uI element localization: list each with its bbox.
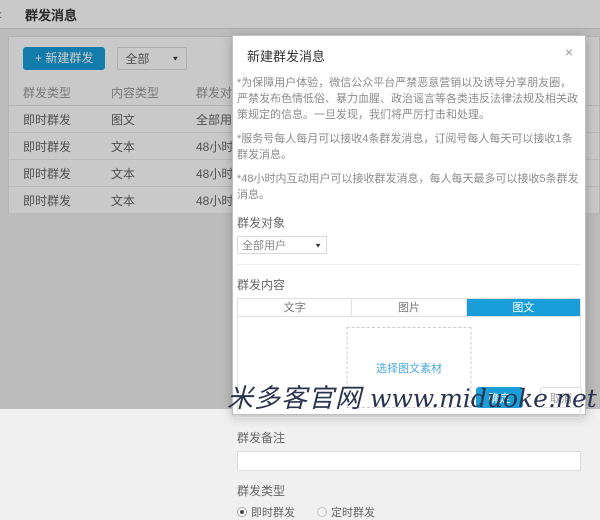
select-material-label: 选择图文素材 <box>376 360 442 376</box>
confirm-button[interactable]: 确定 <box>476 387 523 408</box>
cancel-button[interactable]: 取消 <box>540 387 582 408</box>
broadcast-type-radios: 即时群发 定时群发 <box>237 504 581 520</box>
remark-label: 群发备注 <box>237 429 581 446</box>
notice-text: *服务号每人每月可以接收4条群发消息，订阅号每人每天可以接收1条群发消息。 <box>237 131 581 163</box>
remark-input[interactable] <box>237 451 581 471</box>
tab-image-text[interactable]: 图文 <box>467 299 580 316</box>
type-label: 群发类型 <box>237 482 581 499</box>
new-broadcast-modal: 新建群发消息 × *为保障用户体验，微信公众平台严禁恶意营销以及诱导分享朋友圈，… <box>232 35 586 415</box>
target-dropdown-value: 全部用户 <box>242 237 286 253</box>
radio-unchecked-icon <box>317 507 327 517</box>
target-dropdown[interactable]: 全部用户 ▼ <box>237 236 327 254</box>
target-label: 群发对象 <box>237 214 581 231</box>
tab-text[interactable]: 文字 <box>238 299 352 316</box>
modal-footer: 确定 取消 <box>233 384 585 410</box>
radio-instant[interactable]: 即时群发 <box>237 504 295 520</box>
modal-title: 新建群发消息 <box>247 49 325 64</box>
tab-image[interactable]: 图片 <box>352 299 466 316</box>
radio-instant-label: 即时群发 <box>251 504 295 520</box>
modal-header: 新建群发消息 × <box>233 36 585 73</box>
close-icon[interactable]: × <box>561 44 577 60</box>
modal-body: *为保障用户体验，微信公众平台严禁恶意营销以及诱导分享朋友圈，严禁发布色情低俗、… <box>233 73 585 520</box>
chevron-down-icon: ▼ <box>314 241 322 248</box>
radio-checked-icon <box>237 507 247 517</box>
radio-scheduled[interactable]: 定时群发 <box>317 504 375 520</box>
radio-scheduled-label: 定时群发 <box>331 504 375 520</box>
notice-text: *48小时内互动用户可以接收群发消息，每人每天最多可以接收5条群发消息。 <box>237 171 581 203</box>
notice-text: *为保障用户体验，微信公众平台严禁恶意营销以及诱导分享朋友圈，严禁发布色情低俗、… <box>237 75 581 123</box>
content-label: 群发内容 <box>237 276 581 293</box>
divider <box>237 264 581 265</box>
content-type-tabs: 文字 图片 图文 <box>237 298 581 317</box>
